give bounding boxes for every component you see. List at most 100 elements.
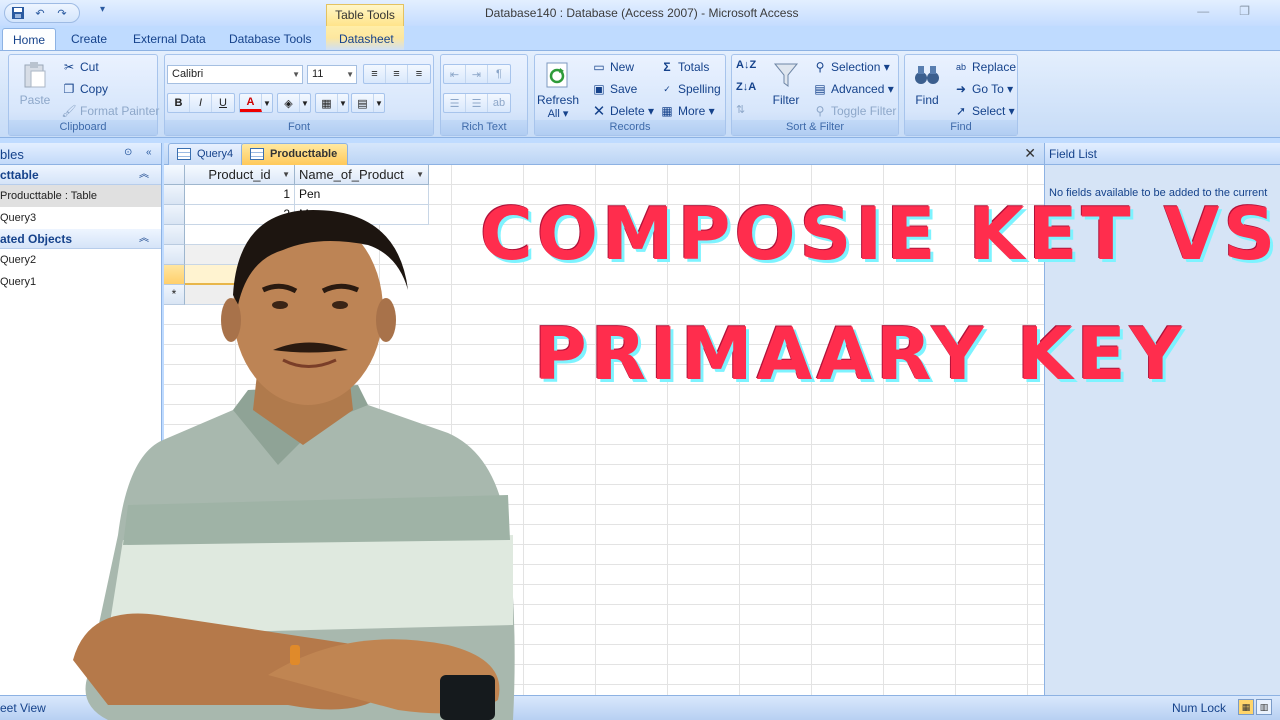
- find-button[interactable]: Find: [907, 59, 947, 107]
- nav-pane-header[interactable]: bles ⊙ «: [0, 143, 161, 165]
- clear-sort-icon[interactable]: ⇅: [736, 103, 745, 116]
- nav-menu-chevron-icon[interactable]: ⊙: [124, 147, 132, 158]
- totals-button[interactable]: Σ Totals: [659, 59, 709, 75]
- paintbrush-icon: 🖌: [61, 104, 77, 118]
- funnel-icon: [770, 59, 802, 91]
- datasheet-view-icon[interactable]: ▦: [1238, 699, 1254, 715]
- table-icon: [250, 148, 264, 160]
- document-tabs: Query4 Producttable ✕: [164, 143, 1044, 165]
- align-right-icon[interactable]: ≡: [408, 65, 430, 83]
- sigma-icon: Σ: [663, 60, 671, 74]
- paste-button[interactable]: Paste: [17, 59, 53, 107]
- chevron-down-icon[interactable]: ▼: [338, 94, 348, 112]
- shutter-bar-close-icon[interactable]: «: [146, 147, 152, 158]
- italic-icon[interactable]: I: [190, 94, 212, 112]
- toggle-filter-icon: ⚲: [815, 104, 825, 118]
- customize-qat-icon[interactable]: ▾: [100, 4, 105, 15]
- nav-group-producttable[interactable]: cttable ︽: [0, 165, 161, 185]
- column-header-name-of-product[interactable]: Name_of_Product ▼: [295, 165, 429, 185]
- doc-tab-producttable[interactable]: Producttable: [241, 143, 349, 165]
- quick-access-toolbar: ↶ ↷: [4, 3, 80, 23]
- align-left-icon[interactable]: ≡: [364, 65, 386, 83]
- rich-text-group-label: Rich Text: [441, 120, 527, 135]
- pivot-view-icon[interactable]: ▥: [1256, 699, 1272, 715]
- tab-home[interactable]: Home: [2, 28, 57, 50]
- underline-icon[interactable]: U: [212, 94, 234, 112]
- sort-ascending-icon[interactable]: A↓Z: [736, 59, 756, 71]
- chevron-down-icon[interactable]: ▼: [300, 94, 310, 112]
- rich-text-group: ⇤ ⇥ ¶ ☰ ☰ ab Rich Text: [440, 54, 528, 136]
- align-center-icon[interactable]: ≡: [386, 65, 408, 83]
- table-cell[interactable]: 1: [185, 185, 295, 205]
- close-icon[interactable]: ✕: [1024, 145, 1036, 162]
- column-header-product-id[interactable]: Product_id ▼: [185, 165, 295, 185]
- format-painter-button[interactable]: 🖌 Format Painter: [61, 103, 159, 119]
- chevron-down-icon[interactable]: ▼: [416, 165, 424, 184]
- decrease-indent-icon[interactable]: ⇤: [444, 65, 466, 83]
- paragraph-direction-icon[interactable]: ¶: [488, 65, 510, 83]
- sort-descending-icon[interactable]: Z↓A: [736, 81, 756, 93]
- find-group: Find ab Replace ➜ Go To ▾ ➚ Select ▾ Find: [904, 54, 1018, 136]
- font-size-combo[interactable]: 11 ▼: [307, 65, 357, 84]
- collapse-chevron-icon[interactable]: ︽: [139, 165, 149, 185]
- selection-button[interactable]: ⚲ Selection ▾: [812, 59, 890, 75]
- minimize-button[interactable]: —: [1197, 4, 1209, 18]
- chevron-down-icon[interactable]: ▼: [262, 94, 272, 112]
- select-all-corner[interactable]: [164, 165, 185, 185]
- select-button[interactable]: ➚ Select ▾: [953, 103, 1015, 119]
- replace-button[interactable]: ab Replace: [953, 59, 1016, 75]
- query-icon: [177, 148, 191, 160]
- bold-icon[interactable]: B: [168, 94, 190, 112]
- increase-indent-icon[interactable]: ⇥: [466, 65, 488, 83]
- clipboard-group: Paste ✂ Cut ❐ Copy 🖌 Format Painter Clipboa…: [8, 54, 159, 136]
- toggle-filter-button[interactable]: ⚲ Toggle Filter: [812, 103, 897, 119]
- ribbon-tabs: Home Create External Data Database Tools…: [0, 26, 1280, 50]
- table-cell[interactable]: Pen: [295, 185, 429, 205]
- chevron-down-icon[interactable]: ▼: [374, 94, 384, 112]
- save-record-button[interactable]: ▣ Save: [591, 81, 637, 97]
- tab-datasheet[interactable]: Datasheet: [329, 28, 404, 50]
- scissors-icon: ✂: [63, 60, 75, 74]
- alternate-fill-buttons: ▤ ▼: [351, 93, 385, 113]
- fill-bucket-icon[interactable]: ◈: [278, 94, 300, 112]
- restore-button[interactable]: ❐: [1239, 4, 1250, 18]
- row-selector[interactable]: [164, 185, 185, 205]
- highlight-icon[interactable]: ab: [488, 94, 510, 112]
- refresh-all-button[interactable]: Refresh All ▾: [537, 59, 579, 120]
- save-icon[interactable]: [9, 5, 27, 21]
- tab-database-tools[interactable]: Database Tools: [219, 28, 322, 50]
- chevron-down-icon[interactable]: ▼: [282, 165, 290, 184]
- font-color-icon[interactable]: A: [240, 94, 262, 112]
- delete-record-button[interactable]: ✕ Delete ▾: [591, 103, 654, 120]
- font-name-combo[interactable]: Calibri ▼: [167, 65, 303, 84]
- doc-tab-query4[interactable]: Query4: [168, 143, 245, 165]
- undo-icon[interactable]: ↶: [31, 5, 49, 21]
- font-group: Calibri ▼ 11 ▼ ≡ ≡ ≡ B I U A ▼ ◈ ▼ ▦ ▼ ▤ ▼…: [164, 54, 434, 136]
- tab-external-data[interactable]: External Data: [123, 28, 216, 50]
- tab-create[interactable]: Create: [61, 28, 117, 50]
- copy-button[interactable]: ❐ Copy: [61, 81, 108, 97]
- new-record-icon: ▭: [593, 60, 605, 74]
- status-view-name: eet View: [0, 701, 46, 715]
- clipboard-group-label: Clipboard: [9, 120, 157, 135]
- spelling-button[interactable]: ✓ Spelling: [659, 81, 720, 97]
- more-records-button[interactable]: ▦ More ▾: [659, 103, 714, 119]
- nav-item-producttable[interactable]: Producttable : Table: [0, 185, 161, 207]
- alternate-fill-icon[interactable]: ▤: [352, 94, 374, 112]
- advanced-button[interactable]: ▤ Advanced ▾: [812, 81, 893, 97]
- window-title: Database140 : Database (Access 2007) - M…: [485, 6, 799, 20]
- redo-icon[interactable]: ↷: [53, 5, 71, 21]
- bullets-icon[interactable]: ☰: [466, 94, 488, 112]
- gridlines-icon[interactable]: ▦: [316, 94, 338, 112]
- field-list-title: Field List: [1045, 143, 1280, 165]
- cut-button[interactable]: ✂ Cut: [61, 59, 99, 75]
- go-to-button[interactable]: ➜ Go To ▾: [953, 81, 1013, 97]
- ribbon: Paste ✂ Cut ❐ Copy 🖌 Format Painter Clipboa…: [0, 50, 1280, 138]
- font-group-label: Font: [165, 120, 433, 135]
- chevron-down-icon: ▼: [346, 70, 354, 79]
- records-group-label: Records: [535, 120, 725, 135]
- filter-button[interactable]: Filter: [766, 59, 806, 107]
- numbering-icon[interactable]: ☰: [444, 94, 466, 112]
- new-record-button[interactable]: ▭ New: [591, 59, 634, 75]
- binoculars-icon: [911, 59, 943, 91]
